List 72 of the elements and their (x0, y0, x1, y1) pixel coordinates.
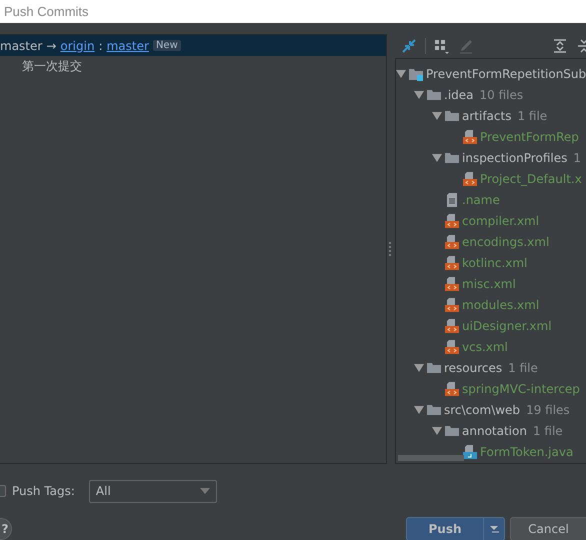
expanded-arrow-icon[interactable] (414, 90, 424, 98)
scrollbar-thumb[interactable] (398, 455, 464, 461)
xml-file-icon (445, 340, 459, 354)
group-icon[interactable] (434, 38, 450, 54)
separator-text: : (98, 38, 103, 52)
expanded-arrow-icon[interactable] (396, 70, 406, 78)
push-target-row[interactable]: master → origin : master New (0, 35, 386, 56)
file-count: 1 file (517, 108, 548, 122)
file-name[interactable]: vcs.xml (462, 340, 508, 354)
java-file-icon (463, 444, 477, 458)
file-name[interactable]: springMVC-intercep (462, 382, 580, 396)
xml-file-icon (445, 298, 459, 312)
new-badge: New (152, 40, 181, 51)
file-count: 10 files (480, 88, 524, 102)
text-file-icon (445, 192, 459, 206)
commit-message[interactable]: 第一次提交 (22, 58, 82, 74)
folder-name[interactable]: PreventFormRepetitionSub (426, 66, 586, 80)
file-count: 1 file (508, 360, 538, 374)
cancel-button[interactable]: Cancel (510, 517, 586, 540)
folder-icon (427, 402, 441, 416)
file-name[interactable]: encodings.xml (462, 234, 550, 248)
expanded-arrow-icon[interactable] (432, 112, 442, 120)
arrow-text: → (46, 38, 56, 52)
folder-name[interactable]: src\com\web (444, 402, 520, 416)
expanded-arrow-icon[interactable] (432, 426, 442, 434)
folder-name[interactable]: artifacts (462, 108, 512, 122)
file-name[interactable]: FormToken.java (480, 444, 574, 458)
push-button[interactable]: Push (406, 517, 505, 540)
file-count: 19 files (526, 402, 570, 416)
push-tags-label: Push Tags: (12, 484, 75, 498)
dropdown-arrow-icon (200, 488, 210, 494)
remote-branch-link[interactable]: master (106, 38, 149, 52)
file-name[interactable]: uiDesigner.xml (462, 318, 552, 332)
xml-file-icon (445, 276, 459, 290)
remote-link[interactable]: origin (60, 38, 95, 52)
folder-icon (445, 424, 459, 438)
expanded-arrow-icon[interactable] (414, 406, 424, 414)
file-name[interactable]: .name (462, 192, 500, 206)
file-name[interactable]: compiler.xml (462, 214, 540, 228)
folder-icon (445, 108, 459, 122)
file-count: 1 (573, 150, 581, 164)
folder-icon (427, 88, 441, 102)
xml-file-icon (463, 172, 477, 186)
help-button[interactable]: ? (0, 518, 12, 540)
file-name[interactable]: kotlinc.xml (462, 256, 528, 270)
file-name[interactable]: modules.xml (462, 298, 540, 312)
splitter-handle[interactable] (389, 242, 393, 256)
module-folder-icon (409, 66, 423, 80)
tags-dropdown[interactable]: All (88, 480, 217, 502)
window-title: Push Commits (4, 4, 89, 19)
caret-icon (489, 525, 499, 533)
folder-name[interactable]: inspectionProfiles (462, 150, 568, 164)
file-count: 1 file (532, 424, 563, 438)
folder-icon (427, 360, 441, 374)
file-name[interactable]: PreventFormRep (480, 130, 579, 144)
xml-file-icon (445, 318, 459, 332)
folder-icon (445, 150, 459, 164)
folder-name[interactable]: .idea (444, 88, 474, 102)
expanded-arrow-icon[interactable] (432, 154, 442, 162)
xml-file-icon (445, 234, 459, 248)
file-name[interactable]: Project_Default.x (480, 172, 582, 186)
xml-file-icon (445, 256, 459, 270)
xml-file-icon (445, 214, 459, 228)
arrows-icon[interactable] (401, 38, 417, 54)
expanded-arrow-icon[interactable] (414, 364, 424, 372)
expand-all-icon[interactable] (552, 38, 568, 54)
file-name[interactable]: misc.xml (462, 276, 516, 290)
xml-file-icon (445, 382, 459, 396)
xml-file-icon (463, 130, 477, 144)
local-branch: master (0, 38, 42, 52)
folder-name[interactable]: resources (444, 360, 502, 374)
folder-name[interactable]: annotation (462, 424, 527, 438)
